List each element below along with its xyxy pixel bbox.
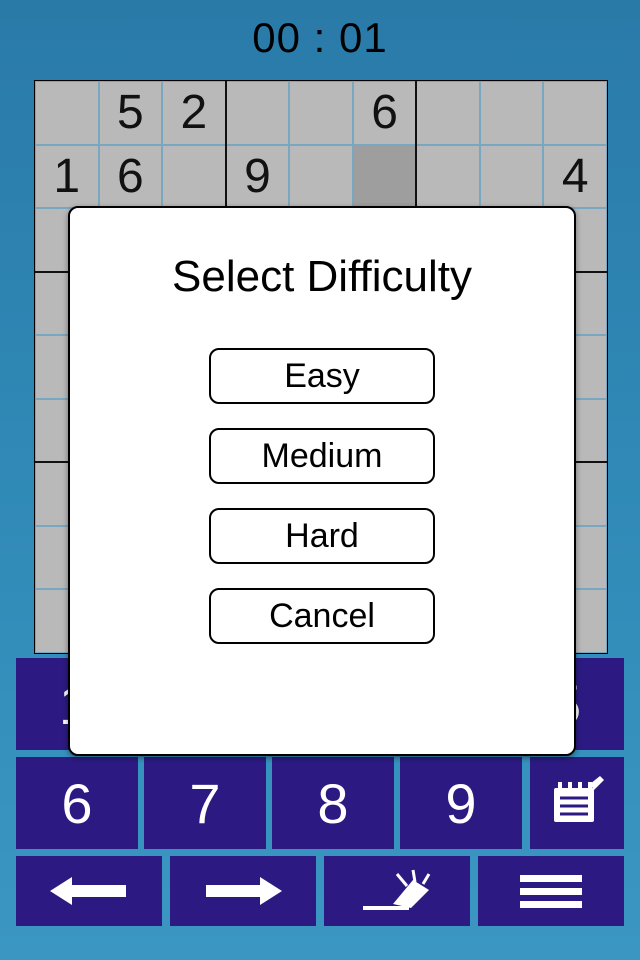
cell-0-5[interactable]: 6: [353, 81, 417, 145]
cell-0-3[interactable]: [226, 81, 290, 145]
erase-button[interactable]: [324, 856, 470, 926]
keypad-7[interactable]: 7: [144, 757, 266, 849]
cell-0-2[interactable]: 2: [162, 81, 226, 145]
cell-1-7[interactable]: [480, 145, 544, 209]
cell-0-0[interactable]: [35, 81, 99, 145]
cell-1-8[interactable]: 4: [543, 145, 607, 209]
menu-icon: [516, 871, 586, 911]
difficulty-hard-button[interactable]: Hard: [209, 508, 435, 564]
difficulty-modal: Select Difficulty Easy Medium Hard Cance…: [68, 206, 576, 756]
difficulty-easy-button[interactable]: Easy: [209, 348, 435, 404]
cell-1-3[interactable]: 9: [226, 145, 290, 209]
cell-0-8[interactable]: [543, 81, 607, 145]
cell-1-4[interactable]: [289, 145, 353, 209]
keypad-9[interactable]: 9: [400, 757, 522, 849]
cell-0-7[interactable]: [480, 81, 544, 145]
timer: 00 : 01: [0, 14, 640, 62]
cell-0-1[interactable]: 5: [99, 81, 163, 145]
cell-1-6[interactable]: [416, 145, 480, 209]
keypad-row-2: 6 7 8 9: [16, 757, 522, 849]
eraser-icon: [357, 868, 437, 914]
menu-button[interactable]: [478, 856, 624, 926]
undo-button[interactable]: [16, 856, 162, 926]
cancel-button[interactable]: Cancel: [209, 588, 435, 644]
redo-button[interactable]: [170, 856, 316, 926]
cell-1-2[interactable]: [162, 145, 226, 209]
notepad-icon: [550, 776, 604, 830]
cell-0-6[interactable]: [416, 81, 480, 145]
modal-title: Select Difficulty: [70, 252, 574, 302]
arrow-left-icon: [44, 871, 134, 911]
keypad-8[interactable]: 8: [272, 757, 394, 849]
difficulty-medium-button[interactable]: Medium: [209, 428, 435, 484]
cell-1-1[interactable]: 6: [99, 145, 163, 209]
notes-button[interactable]: [530, 757, 624, 849]
keypad-6[interactable]: 6: [16, 757, 138, 849]
cell-1-5[interactable]: [353, 145, 417, 209]
toolbar: [16, 856, 624, 926]
cell-0-4[interactable]: [289, 81, 353, 145]
cell-1-0[interactable]: 1: [35, 145, 99, 209]
arrow-right-icon: [198, 871, 288, 911]
